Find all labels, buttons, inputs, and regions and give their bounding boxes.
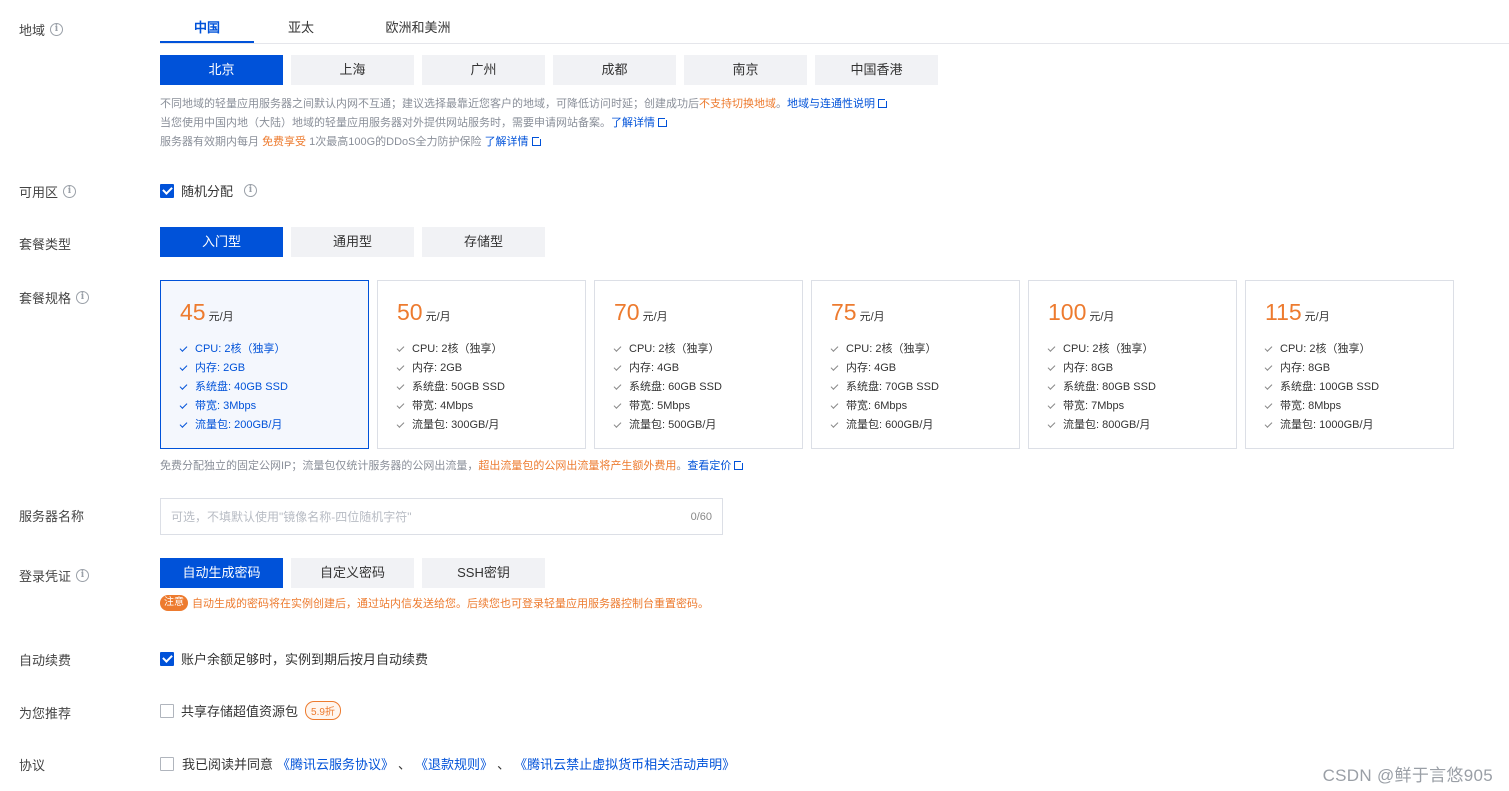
refund-rules-link[interactable]: 《退款规则》 (415, 754, 493, 773)
zone-label: 可用区 i (19, 182, 77, 201)
plan-spec-label: 套餐规格 i (19, 288, 90, 307)
check-icon (830, 382, 839, 390)
server-name-label: 服务器名称 (19, 509, 85, 524)
info-icon[interactable]: i (244, 184, 258, 197)
recommend-label: 为您推荐 (19, 706, 72, 721)
check-icon (613, 344, 622, 352)
server-name-placeholder: 可选，不填默认使用"镜像名称-四位随机字符" (171, 510, 412, 524)
check-icon (179, 382, 188, 390)
check-icon (613, 382, 622, 390)
check-icon (396, 401, 405, 409)
plan-card-75[interactable]: 75 元/月 CPU: 2核（独享） 内存: 4GB 系统盘: 70GB SSD … (811, 280, 1020, 449)
zone-random-checkbox[interactable] (160, 183, 174, 198)
check-icon (1264, 344, 1273, 352)
check-icon (1047, 363, 1056, 371)
check-icon (830, 344, 839, 352)
info-icon[interactable]: i (76, 569, 90, 582)
plan-cards: 45 元/月 CPU: 2核（独享） 内存: 2GB 系统盘: 40GB SSD … (160, 280, 1454, 449)
check-icon (613, 363, 622, 371)
recommend-option[interactable]: 共享存储超值资源包 5.9折 (160, 701, 341, 720)
info-icon[interactable]: i (76, 291, 90, 304)
pricing-link[interactable]: 查看定价 (687, 460, 731, 472)
plan-type-label: 套餐类型 (19, 237, 72, 252)
check-icon (1264, 401, 1273, 409)
zone-random[interactable]: 随机分配 i (160, 181, 258, 200)
ddos-details-link[interactable]: 了解详情 (485, 136, 529, 148)
storage-pack-checkbox[interactable] (160, 703, 174, 718)
info-icon[interactable]: i (63, 185, 77, 198)
warning-badge: 注意 (160, 595, 188, 611)
check-icon (830, 401, 839, 409)
region-connectivity-link[interactable]: 地域与连通性说明 (787, 98, 875, 110)
plan-note: 免费分配独立的固定公网IP；流量包仅统计服务器的公网出流量，超出流量包的公网出流… (160, 457, 746, 476)
city-guangzhou[interactable]: 广州 (422, 55, 545, 85)
agreement-option: 我已阅读并同意 《腾讯云服务协议》 、 《退款规则》 、 《腾讯云禁止虚拟货币相… (160, 754, 735, 773)
region-label: 地域 i (19, 20, 64, 39)
check-icon (830, 420, 839, 428)
check-icon (396, 363, 405, 371)
check-icon (396, 344, 405, 352)
region-tabs: 中国 亚太 欧洲和美洲 (160, 13, 1509, 44)
plan-card-100[interactable]: 100 元/月 CPU: 2核（独享） 内存: 8GB 系统盘: 80GB SSD… (1028, 280, 1237, 449)
external-link-icon (531, 135, 543, 146)
credential-custom-password[interactable]: 自定义密码 (291, 558, 414, 588)
external-link-icon (658, 116, 669, 127)
check-icon (1047, 344, 1056, 352)
auto-renew-label: 自动续费 (19, 653, 72, 668)
plan-card-115[interactable]: 115 元/月 CPU: 2核（独享） 内存: 8GB 系统盘: 100GB SS… (1245, 280, 1454, 449)
check-icon (830, 363, 839, 371)
plan-type-general[interactable]: 通用型 (291, 227, 414, 257)
city-nanjing[interactable]: 南京 (684, 55, 807, 85)
plan-card-50[interactable]: 50 元/月 CPU: 2核（独享） 内存: 2GB 系统盘: 50GB SSD … (377, 280, 586, 449)
city-buttons: 北京 上海 广州 成都 南京 中国香港 (160, 55, 938, 85)
plan-card-70[interactable]: 70 元/月 CPU: 2核（独享） 内存: 4GB 系统盘: 60GB SSD … (594, 280, 803, 449)
check-icon (179, 363, 188, 371)
check-icon (1047, 382, 1056, 390)
credential-label: 登录凭证 i (19, 566, 90, 585)
external-link-icon (878, 97, 889, 108)
plan-card-45[interactable]: 45 元/月 CPU: 2核（独享） 内存: 2GB 系统盘: 40GB SSD … (160, 280, 369, 449)
check-icon (1047, 420, 1056, 428)
auto-renew-option[interactable]: 账户余额足够时，实例到期后按月自动续费 (160, 649, 428, 668)
check-icon (179, 420, 188, 428)
watermark: CSDN @鲜于言悠905 (1322, 766, 1493, 785)
check-icon (1047, 401, 1056, 409)
plan-type-entry[interactable]: 入门型 (160, 227, 283, 257)
auto-renew-checkbox[interactable] (160, 651, 174, 666)
info-icon[interactable]: i (50, 23, 64, 36)
check-icon (613, 401, 622, 409)
credential-buttons: 自动生成密码 自定义密码 SSH密钥 (160, 558, 545, 588)
credential-auto-password[interactable]: 自动生成密码 (160, 558, 283, 588)
icp-details-link[interactable]: 了解详情 (611, 117, 655, 129)
credential-warning: 注意 自动生成的密码将在实例创建后，通过站内信发送给您。后续您也可登录轻量应用服… (160, 595, 709, 611)
check-icon (179, 344, 188, 352)
credential-ssh-key[interactable]: SSH密钥 (422, 558, 545, 588)
plan-type-storage[interactable]: 存储型 (422, 227, 545, 257)
agreement-checkbox[interactable] (160, 756, 174, 771)
check-icon (396, 420, 405, 428)
tab-europe-america[interactable]: 欧洲和美洲 (348, 13, 488, 43)
agreement-label: 协议 (19, 758, 46, 773)
plan-type-buttons: 入门型 通用型 存储型 (160, 227, 545, 257)
check-icon (1264, 420, 1273, 428)
char-counter: 0/60 (690, 510, 712, 523)
check-icon (613, 420, 622, 428)
check-icon (1264, 363, 1273, 371)
tab-china[interactable]: 中国 (160, 13, 254, 43)
external-link-icon (734, 459, 746, 470)
tab-asia-pacific[interactable]: 亚太 (254, 13, 348, 43)
city-beijing[interactable]: 北京 (160, 55, 283, 85)
service-agreement-link[interactable]: 《腾讯云服务协议》 (277, 754, 394, 773)
city-chengdu[interactable]: 成都 (553, 55, 676, 85)
discount-badge: 5.9折 (305, 701, 341, 720)
city-shanghai[interactable]: 上海 (291, 55, 414, 85)
region-notes: 不同地域的轻量应用服务器之间默认内网不互通；建议选择最靠近您客户的地域，可降低访… (160, 95, 889, 152)
check-icon (396, 382, 405, 390)
check-icon (179, 401, 188, 409)
crypto-statement-link[interactable]: 《腾讯云禁止虚拟货币相关活动声明》 (514, 754, 735, 773)
server-name-input[interactable]: 可选，不填默认使用"镜像名称-四位随机字符" 0/60 (160, 498, 723, 535)
city-hongkong[interactable]: 中国香港 (815, 55, 938, 85)
check-icon (1264, 382, 1273, 390)
